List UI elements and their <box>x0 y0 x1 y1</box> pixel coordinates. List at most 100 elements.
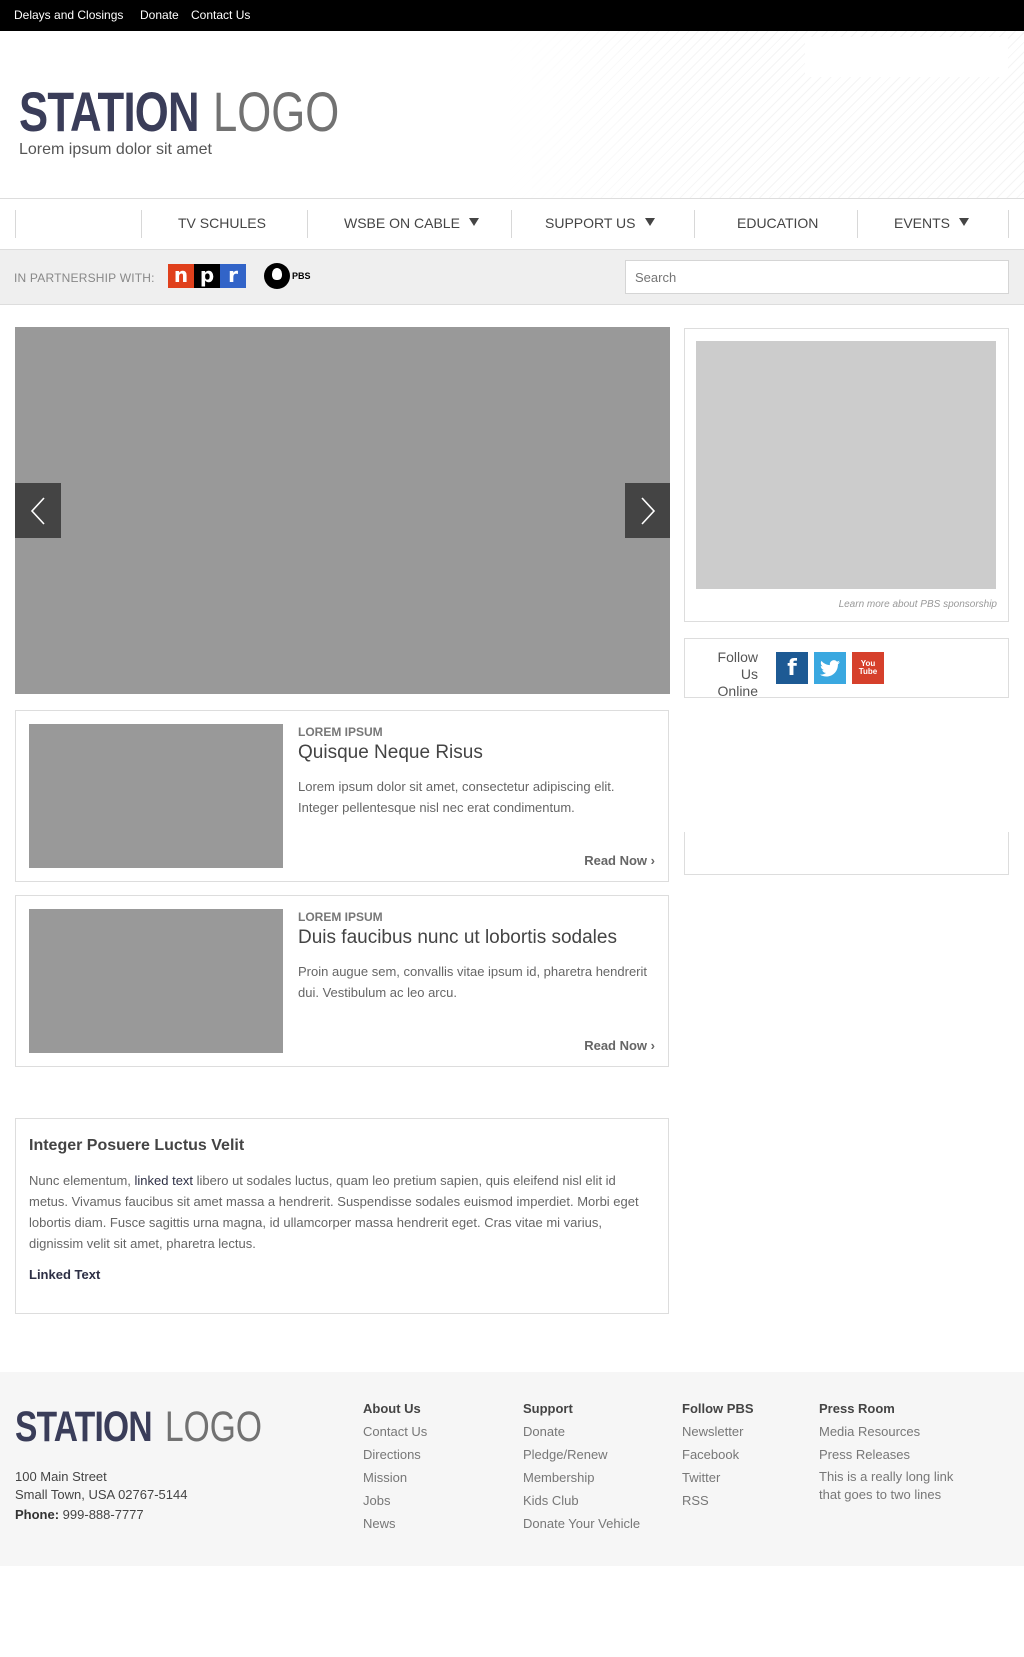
npr-logo-r: r <box>220 264 246 288</box>
footer-phone: Phone: 999-888-7777 <box>15 1507 144 1522</box>
sponsorship-link[interactable]: Learn more about PBS sponsorship <box>839 599 997 610</box>
phone-number: 999-888-7777 <box>59 1507 144 1522</box>
nav-divider <box>1008 210 1009 238</box>
footer-column-heading[interactable]: Support <box>523 1397 640 1420</box>
site-header: STATION LOGO Lorem ipsum dolor sit amet <box>0 31 1024 199</box>
logo-thin-text: LOGO <box>213 80 340 143</box>
partnership-bar: IN PARTNERSHIP WITH: n p r PBS <box>0 250 1024 305</box>
twitter-bird-icon <box>820 659 840 676</box>
nav-divider <box>141 210 142 238</box>
hero-slider[interactable] <box>15 327 670 694</box>
dropdown-caret-icon <box>959 218 970 226</box>
header-widget-box <box>805 37 1008 77</box>
follow-us-label: Follow Us Online <box>717 649 758 699</box>
footer-address: 100 Main Street Small Town, USA 02767-51… <box>15 1468 187 1504</box>
article-kicker: LOREM IPSUM <box>298 910 383 924</box>
delays-closings-link[interactable]: Delays and Closings <box>14 8 123 22</box>
main-nav: TV SCHULES WSBE ON CABLE SUPPORT US EDUC… <box>0 198 1024 250</box>
footer-column-heading[interactable]: Press Room <box>819 1397 959 1420</box>
footer-link[interactable]: Jobs <box>363 1489 427 1512</box>
footer-column-heading[interactable]: Follow PBS <box>682 1397 754 1420</box>
footer-link[interactable]: Newsletter <box>682 1420 754 1443</box>
sponsor-box: Learn more about PBS sponsorship <box>684 328 1009 622</box>
article-kicker: LOREM IPSUM <box>298 725 383 739</box>
pbs-logo[interactable]: PBS <box>264 263 311 289</box>
footer-column-support: Support Donate Pledge/Renew Membership K… <box>523 1397 640 1535</box>
nav-divider <box>15 210 16 238</box>
logo-bold-text: STATION <box>19 80 200 143</box>
footer-link[interactable]: Mission <box>363 1466 427 1489</box>
text-block: Integer Posuere Luctus Velit Nunc elemen… <box>15 1118 669 1314</box>
youtube-icon[interactable]: You Tube <box>852 652 884 684</box>
footer-link[interactable]: Directions <box>363 1443 427 1466</box>
npr-logo-n: n <box>168 264 194 288</box>
footer-link[interactable]: Kids Club <box>523 1489 640 1512</box>
nav-item-label: TV SCHULES <box>178 215 266 231</box>
phone-label: Phone: <box>15 1507 60 1522</box>
footer-column-about: About Us Contact Us Directions Mission J… <box>363 1397 427 1535</box>
footer-link[interactable]: News <box>363 1512 427 1535</box>
footer-link[interactable]: Donate Your Vehicle <box>523 1512 640 1535</box>
article-card[interactable]: LOREM IPSUM Duis faucibus nunc ut lobort… <box>15 895 669 1067</box>
footer-link[interactable]: Twitter <box>682 1466 754 1489</box>
contact-us-link[interactable]: Contact Us <box>191 8 250 22</box>
nav-item-events[interactable]: EVENTS <box>894 215 970 231</box>
footer-link[interactable]: Pledge/Renew <box>523 1443 640 1466</box>
read-now-link[interactable]: Read Now › <box>584 853 655 868</box>
sidebar-empty-panel <box>684 832 1009 875</box>
footer-column-heading[interactable]: About Us <box>363 1397 427 1420</box>
text-block-paragraph: Nunc elementum, linked text libero ut so… <box>29 1170 654 1254</box>
nav-item-wsbe-on-cable[interactable]: WSBE ON CABLE <box>344 215 479 231</box>
facebook-icon[interactable]: f <box>776 652 808 684</box>
linked-text-link[interactable]: Linked Text <box>29 1267 100 1282</box>
search-input[interactable] <box>625 260 1009 294</box>
article-title[interactable]: Duis faucibus nunc ut lobortis sodales <box>298 927 617 949</box>
read-now-link[interactable]: Read Now › <box>584 1038 655 1053</box>
partnership-label: IN PARTNERSHIP WITH: <box>14 271 155 285</box>
dropdown-caret-icon <box>468 218 479 226</box>
article-excerpt: Proin augue sem, convallis vitae ipsum i… <box>298 964 648 1000</box>
article-excerpt: Lorem ipsum dolor sit amet, consectetur … <box>298 779 615 815</box>
donate-link[interactable]: Donate <box>140 8 179 22</box>
nav-divider <box>511 210 512 238</box>
address-line: Small Town, USA 02767-5144 <box>15 1487 188 1502</box>
article-thumbnail[interactable] <box>29 909 283 1053</box>
pbs-head-icon <box>264 263 290 289</box>
dropdown-caret-icon <box>644 218 655 226</box>
footer-link[interactable]: Donate <box>523 1420 640 1443</box>
sponsor-ad-image[interactable] <box>696 341 996 589</box>
follow-us-box: Follow Us Online f You Tube <box>684 638 1009 699</box>
nav-divider <box>857 210 858 238</box>
logo-bold-text: STATION <box>15 1403 153 1451</box>
nav-divider <box>694 210 695 238</box>
footer-link[interactable]: Membership <box>523 1466 640 1489</box>
footer-link[interactable]: This is a really long link that goes to … <box>819 1468 959 1504</box>
nav-item-support-us[interactable]: SUPPORT US <box>545 215 655 231</box>
slider-next-button[interactable] <box>625 483 670 538</box>
article-thumbnail[interactable] <box>29 724 283 868</box>
logo-thin-text: LOGO <box>165 1403 262 1451</box>
address-line: 100 Main Street <box>15 1469 107 1484</box>
footer-link[interactable]: Media Resources <box>819 1420 959 1443</box>
chevron-left-icon <box>30 496 45 525</box>
article-card[interactable]: LOREM IPSUM Quisque Neque Risus Lorem ip… <box>15 710 669 882</box>
nav-item-education[interactable]: EDUCATION <box>737 215 818 231</box>
chevron-right-icon <box>640 496 655 525</box>
footer-column-follow: Follow PBS Newsletter Facebook Twitter R… <box>682 1397 754 1512</box>
paragraph-text: Nunc elementum, <box>29 1173 135 1188</box>
nav-item-tv-schedules[interactable]: TV SCHULES <box>178 215 266 231</box>
footer-link[interactable]: Press Releases <box>819 1443 959 1466</box>
npr-logo[interactable]: n p r <box>168 264 246 288</box>
twitter-icon[interactable] <box>814 652 846 684</box>
footer-link[interactable]: Contact Us <box>363 1420 427 1443</box>
footer-link[interactable]: Facebook <box>682 1443 754 1466</box>
footer-link[interactable]: RSS <box>682 1489 754 1512</box>
article-title[interactable]: Quisque Neque Risus <box>298 742 483 764</box>
pbs-logo-text: PBS <box>292 271 311 281</box>
nav-item-label: SUPPORT US <box>545 215 636 231</box>
text-block-heading: Integer Posuere Luctus Velit <box>29 1137 245 1154</box>
site-footer: STATION LOGO 100 Main Street Small Town,… <box>0 1372 1024 1566</box>
slider-prev-button[interactable] <box>15 483 61 538</box>
inline-link[interactable]: linked text <box>135 1173 194 1188</box>
site-tagline: Lorem ipsum dolor sit amet <box>19 141 212 158</box>
